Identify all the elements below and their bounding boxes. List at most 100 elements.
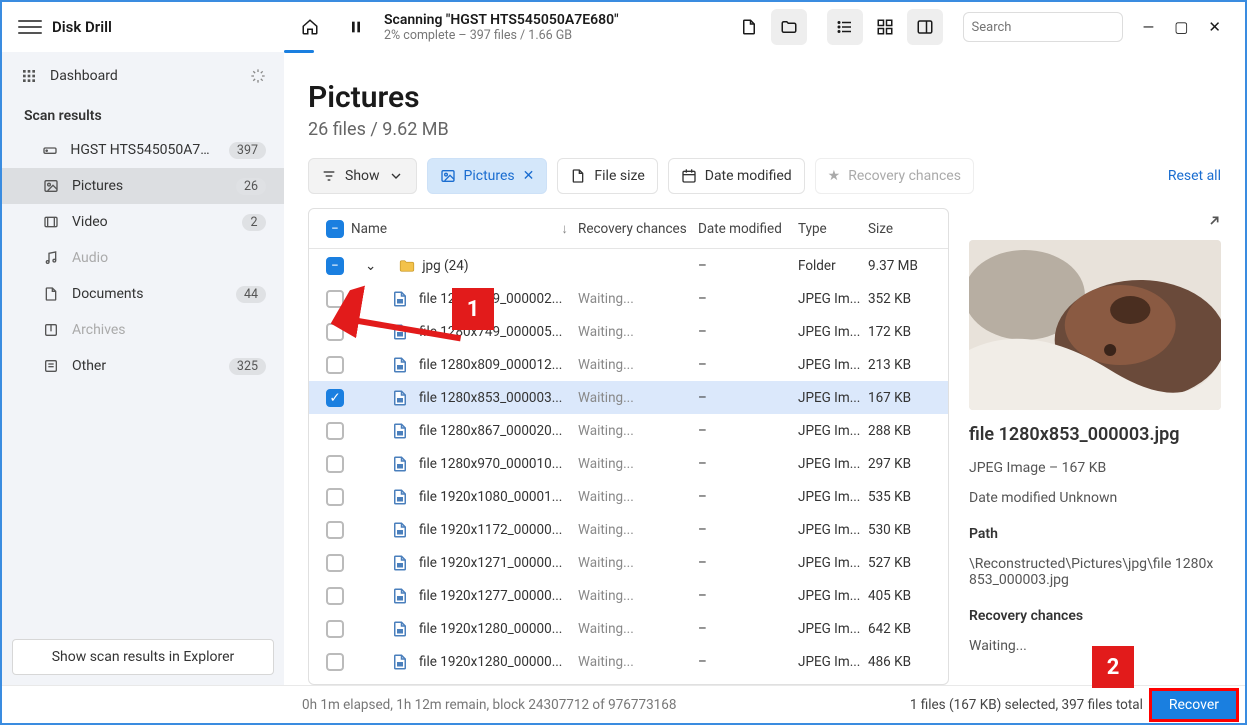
table-row[interactable]: file 1920x1172_00000... Waiting... – JPE…	[309, 513, 948, 546]
row-date: –	[698, 324, 798, 340]
file-icon	[391, 620, 409, 638]
row-checkbox[interactable]	[326, 488, 344, 506]
preview-title: file 1280x853_000003.jpg	[969, 424, 1221, 446]
reset-filters-link[interactable]: Reset all	[1168, 168, 1221, 184]
table-row[interactable]: file 1920x1280_00000... Waiting... – JPE…	[309, 612, 948, 645]
row-type: JPEG Im...	[798, 555, 868, 571]
search-box[interactable]	[963, 12, 1123, 42]
row-type: JPEG Im...	[798, 291, 868, 307]
sidebar-item-documents[interactable]: Documents 44	[2, 276, 284, 312]
preview-date: Date modified Unknown	[969, 490, 1221, 506]
row-name: jpg (24)	[422, 258, 468, 274]
sidebar-item-video[interactable]: Video 2	[2, 204, 284, 240]
page-subtitle: 26 files / 9.62 MB	[308, 119, 1221, 140]
scan-subtitle: 2% complete – 397 files / 1.66 GB	[384, 28, 619, 43]
menu-icon[interactable]	[18, 15, 42, 39]
row-checkbox[interactable]: ✓	[326, 389, 344, 407]
row-checkbox[interactable]	[326, 653, 344, 671]
col-name[interactable]: Name↓	[351, 221, 578, 237]
pause-button[interactable]	[338, 9, 374, 45]
pictures-chip[interactable]: Pictures ✕	[427, 158, 548, 194]
row-date: –	[698, 456, 798, 472]
sidebar-item-other[interactable]: Other 325	[2, 348, 284, 384]
sidebar-item-label: Audio	[72, 250, 108, 266]
sidebar-dashboard[interactable]: Dashboard	[2, 58, 284, 94]
col-size[interactable]: Size	[868, 221, 938, 237]
row-date: –	[698, 423, 798, 439]
row-checkbox[interactable]	[326, 356, 344, 374]
row-size: 527 KB	[868, 555, 938, 571]
row-name: file 1920x1280_00000...	[419, 654, 562, 670]
list-view-icon[interactable]	[827, 9, 863, 45]
file-icon	[391, 455, 409, 473]
folder-icon[interactable]	[771, 9, 807, 45]
preview-pane: file 1280x853_000003.jpg JPEG Image – 16…	[969, 208, 1221, 685]
row-name: file 1920x1277_00000...	[419, 588, 562, 604]
file-icon[interactable]	[731, 9, 767, 45]
select-all-checkbox[interactable]: −	[326, 220, 344, 238]
show-filter[interactable]: Show	[308, 158, 417, 194]
col-recovery[interactable]: Recovery chances	[578, 221, 698, 237]
row-name: file 1920x1080_00001...	[419, 489, 562, 505]
table-row[interactable]: file 1280x970_000010... Waiting... – JPE…	[309, 447, 948, 480]
annotation-1: 1	[452, 288, 494, 330]
count-badge: 2	[242, 214, 266, 231]
row-type: JPEG Im...	[798, 456, 868, 472]
row-recovery: Waiting...	[578, 324, 698, 340]
row-date: –	[698, 654, 798, 670]
grid-view-icon[interactable]	[867, 9, 903, 45]
minimize-button[interactable]: ―	[1143, 18, 1155, 36]
search-input[interactable]	[972, 20, 1138, 35]
row-size: 288 KB	[868, 423, 938, 439]
table-row[interactable]: file 1920x1271_00000... Waiting... – JPE…	[309, 546, 948, 579]
close-button[interactable]: ✕	[1208, 18, 1221, 36]
file-icon	[391, 521, 409, 539]
col-date[interactable]: Date modified	[698, 221, 798, 237]
date-modified-filter[interactable]: Date modified	[668, 158, 805, 194]
recover-button[interactable]: Recover	[1151, 690, 1237, 720]
chip-remove-icon[interactable]: ✕	[523, 168, 535, 184]
maximize-button[interactable]: ▢	[1174, 18, 1188, 36]
file-size-filter[interactable]: File size	[557, 158, 657, 194]
col-type[interactable]: Type	[798, 221, 868, 237]
sidebar-item-label: Video	[72, 214, 108, 230]
row-size: 167 KB	[868, 390, 938, 406]
row-type: JPEG Im...	[798, 621, 868, 637]
preview-thumbnail	[969, 240, 1221, 410]
table-row[interactable]: file 1920x1080_00001... Waiting... – JPE…	[309, 480, 948, 513]
row-size: 535 KB	[868, 489, 938, 505]
filter-bar: Show Pictures ✕ File size Date modified …	[308, 158, 1221, 194]
table-row[interactable]: file 1280x867_000020... Waiting... – JPE…	[309, 414, 948, 447]
row-date: –	[698, 390, 798, 406]
row-size: 172 KB	[868, 324, 938, 340]
row-recovery: Waiting...	[578, 654, 698, 670]
row-checkbox[interactable]	[326, 587, 344, 605]
sidebar-item-pictures[interactable]: Pictures 26	[2, 168, 284, 204]
video-icon	[42, 213, 60, 231]
file-icon	[391, 488, 409, 506]
sidebar-item-audio[interactable]: Audio	[2, 240, 284, 276]
row-size: 486 KB	[868, 654, 938, 670]
sidebar-item-label: Dashboard	[50, 68, 118, 84]
expand-icon[interactable]	[1201, 214, 1221, 234]
panel-view-icon[interactable]	[907, 9, 943, 45]
row-checkbox[interactable]	[326, 620, 344, 638]
table-row[interactable]: file 1920x1280_00000... Waiting... – JPE…	[309, 645, 948, 678]
chevron-down-icon	[388, 168, 404, 184]
chevron-down-icon[interactable]: ⌄	[357, 258, 392, 274]
row-checkbox[interactable]	[326, 521, 344, 539]
sidebar-item-archives[interactable]: Archives	[2, 312, 284, 348]
recovery-chances-filter[interactable]: ★ Recovery chances	[815, 158, 974, 194]
folder-row[interactable]: − ⌄ jpg (24) – Folder 9.37 MB	[309, 249, 948, 282]
row-checkbox[interactable]	[326, 422, 344, 440]
row-date: –	[698, 588, 798, 604]
table-row[interactable]: file 1920x1277_00000... Waiting... – JPE…	[309, 579, 948, 612]
table-row[interactable]: ✓ file 1280x853_000003... Waiting... – J…	[309, 381, 948, 414]
row-checkbox[interactable]	[326, 554, 344, 572]
sidebar-drive[interactable]: HGST HTS545050A7E680 397	[2, 132, 284, 168]
show-in-explorer-button[interactable]: Show scan results in Explorer	[12, 639, 274, 675]
row-checkbox[interactable]	[326, 455, 344, 473]
home-button[interactable]	[292, 9, 328, 45]
row-checkbox[interactable]: −	[326, 257, 344, 275]
titlebar: Disk Drill Scanning "HGST HTS545050A7E68…	[2, 2, 1245, 52]
